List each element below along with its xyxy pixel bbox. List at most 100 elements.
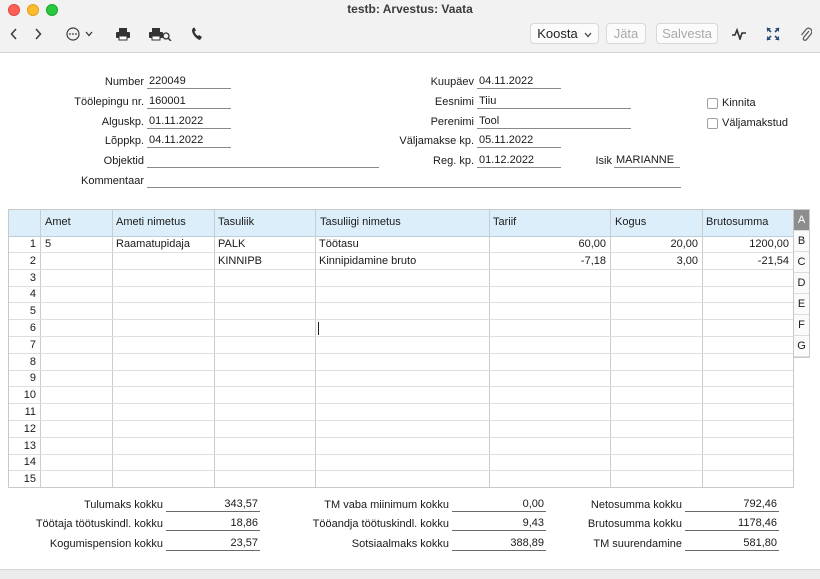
rows-grid: Amet Ameti nimetus Tasuliik Tasuliigi ni…	[8, 209, 794, 488]
table-row[interactable]: 4	[9, 286, 793, 304]
cell-brutosumma[interactable]: 1200,00	[706, 238, 789, 250]
sots-value: 388,89	[452, 537, 546, 551]
expand-icon[interactable]	[764, 24, 782, 44]
more-actions-icon[interactable]	[64, 24, 96, 44]
kommentaar-label: Kommentaar	[81, 175, 144, 187]
table-row[interactable]: 2 KINNIPB Kinnipidamine bruto -7,18 3,00 -21,…	[9, 253, 793, 270]
window-titlebar: testb: Arvestus: Vaata Koosta Jäta Salve…	[0, 0, 820, 53]
sots-label: Sotsiaalmaks kokku	[351, 538, 449, 550]
side-tab-f[interactable]: F	[794, 315, 809, 336]
table-row[interactable]: 13	[9, 438, 793, 455]
koosta-label: Koosta	[537, 26, 578, 41]
row-number: 13	[23, 439, 36, 452]
table-row[interactable]: 14	[9, 454, 793, 472]
side-tab-b[interactable]: B	[794, 231, 809, 252]
alguskp-field[interactable]: 01.11.2022	[147, 115, 231, 129]
kuupaev-label: Kuupäev	[430, 76, 474, 88]
objektid-field[interactable]	[147, 154, 379, 168]
perenimi-field[interactable]: Tool	[477, 115, 631, 129]
cell-tariif[interactable]: 60,00	[493, 238, 606, 250]
tm-vaba-value: 0,00	[452, 498, 546, 512]
col-header-brutosumma[interactable]: Brutosumma	[702, 216, 768, 228]
side-tab-e[interactable]: E	[794, 294, 809, 315]
bruto-label: Brutosumma kokku	[587, 518, 682, 530]
cell-tasuliik[interactable]: KINNIPB	[218, 255, 312, 267]
eesnimi-field[interactable]: Tiiu	[477, 95, 631, 109]
cell-tariif[interactable]: -7,18	[493, 255, 606, 267]
paperclip-icon[interactable]	[797, 24, 815, 44]
cell-ameti-nimetus[interactable]: Raamatupidaja	[116, 238, 210, 250]
tootaja-value: 18,86	[166, 517, 260, 531]
col-header-tariif[interactable]: Tariif	[489, 216, 516, 228]
loppkp-label: Lõppkp.	[104, 135, 144, 147]
phone-icon[interactable]	[188, 24, 206, 44]
loppkp-field[interactable]: 04.11.2022	[147, 134, 231, 148]
row-number: 10	[23, 389, 36, 402]
objektid-label: Objektid	[103, 155, 144, 167]
side-tab-g[interactable]: G	[794, 336, 809, 357]
table-row[interactable]: 10	[9, 387, 793, 405]
regkp-label: Reg. kp.	[433, 155, 474, 167]
table-row[interactable]: 15	[9, 471, 793, 487]
col-header-amet[interactable]: Amet	[41, 216, 71, 228]
valjamakse-field[interactable]: 05.11.2022	[477, 134, 561, 148]
salvesta-button[interactable]: Salvesta	[656, 23, 718, 44]
row-number: 6	[29, 322, 36, 334]
cell-brutosumma[interactable]: -21,54	[706, 255, 789, 267]
cell-tasuliigi-nimetus[interactable]: Töötasu	[319, 238, 485, 250]
table-row[interactable]: 6	[9, 320, 793, 337]
bruto-value: 1178,46	[685, 517, 779, 531]
table-row[interactable]: 8	[9, 354, 793, 371]
chevron-down-icon	[584, 26, 592, 41]
valjamakstud-checkbox[interactable]	[707, 118, 718, 129]
alguskp-label: Alguskp.	[101, 116, 144, 128]
tm-suur-label: TM suurendamine	[593, 538, 682, 550]
tm-suur-value: 581,80	[685, 537, 779, 551]
valjamakse-label: Väljamakse kp.	[399, 135, 474, 147]
col-header-tasuliik[interactable]: Tasuliik	[214, 216, 254, 228]
cell-tasuliik[interactable]: PALK	[218, 238, 312, 250]
row-number: 9	[29, 372, 36, 385]
table-row[interactable]: 9	[9, 370, 793, 388]
regkp-field[interactable]: 01.12.2022	[477, 154, 561, 168]
row-number: 3	[29, 271, 36, 284]
row-number: 2	[29, 254, 36, 267]
kuupaev-field[interactable]: 04.11.2022	[477, 75, 561, 89]
cell-tasuliigi-nimetus[interactable]: Kinnipidamine bruto	[319, 255, 485, 267]
print-icon[interactable]	[113, 24, 133, 44]
row-number: 15	[23, 473, 36, 486]
table-row[interactable]: 11	[9, 404, 793, 421]
isik-label: Isik	[595, 155, 613, 167]
tootaja-label: Töötaja töötuskindl. kokku	[35, 518, 163, 530]
col-header-ameti-nimetus[interactable]: Ameti nimetus	[112, 216, 186, 228]
jata-button[interactable]: Jäta	[606, 23, 646, 44]
row-number: 11	[24, 406, 36, 418]
kommentaar-field[interactable]	[147, 174, 681, 188]
row-number: 8	[29, 355, 36, 368]
koosta-button[interactable]: Koosta	[530, 23, 599, 44]
table-row[interactable]: 12	[9, 421, 793, 438]
kinnita-checkbox[interactable]	[707, 98, 718, 109]
table-row[interactable]: 3	[9, 270, 793, 287]
col-header-tasuliigi-nimetus[interactable]: Tasuliigi nimetus	[316, 216, 401, 228]
tooleping-field[interactable]: 160001	[147, 95, 231, 109]
activity-icon[interactable]	[730, 24, 748, 44]
cell-kogus[interactable]: 20,00	[614, 238, 698, 250]
table-row[interactable]: 1 5 Raamatupidaja PALK Töötasu 60,00 20,00 1200…	[9, 236, 793, 253]
side-tab-c[interactable]: C	[794, 252, 809, 273]
tooandja-label: Tööandja töötuskindl. kokku	[312, 518, 449, 530]
table-row[interactable]: 7	[9, 337, 793, 354]
side-tab-a[interactable]: A	[794, 210, 809, 231]
forward-icon[interactable]	[30, 24, 46, 44]
number-field[interactable]: 220049	[147, 75, 231, 89]
tooleping-label: Töölepingu nr.	[74, 96, 144, 108]
cell-amet[interactable]: 5	[45, 238, 105, 250]
side-tab-d[interactable]: D	[794, 273, 809, 294]
table-row[interactable]: 5	[9, 303, 793, 321]
back-icon[interactable]	[6, 24, 22, 44]
cell-kogus[interactable]: 3,00	[614, 255, 698, 267]
salvesta-label: Salvesta	[662, 26, 712, 41]
isik-field[interactable]: MARIANNE	[614, 154, 680, 168]
print-preview-icon[interactable]	[147, 24, 173, 44]
col-header-kogus[interactable]: Kogus	[611, 216, 646, 228]
